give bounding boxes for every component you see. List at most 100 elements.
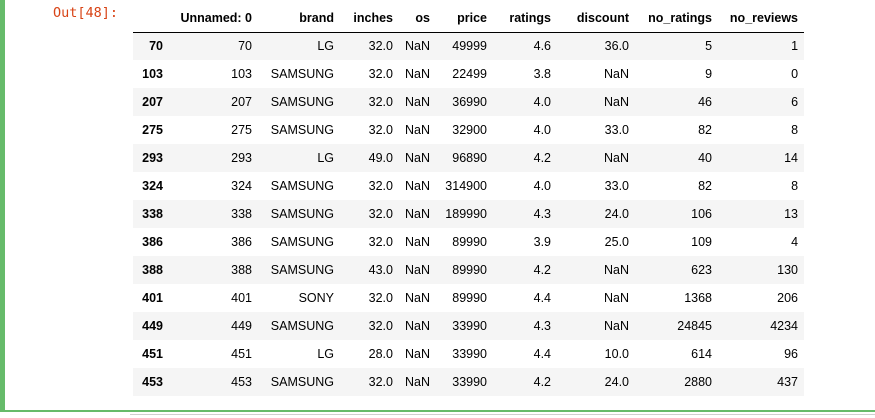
table-cell: 206 xyxy=(777,291,799,305)
table-row: 293 293 LG 49.0 NaN 96890 4.2 NaN 40 14 xyxy=(133,144,805,172)
table-cell: 96 xyxy=(784,347,799,361)
row-index: 401 xyxy=(142,291,163,305)
table-cell: 32.0 xyxy=(368,179,393,193)
cell-bottom-border xyxy=(5,410,875,412)
table-cell: 207 xyxy=(231,95,252,109)
table-cell: 4.0 xyxy=(533,123,552,137)
column-header: brand xyxy=(258,4,340,33)
table-cell: NaN xyxy=(405,319,431,333)
column-header: ratings xyxy=(493,4,558,33)
table-cell: SAMSUNG xyxy=(270,263,334,277)
table-row: 275 275 SAMSUNG 32.0 NaN 32900 4.0 33.0 82 8 xyxy=(133,116,805,144)
table-cell: 4.3 xyxy=(533,319,552,333)
table-cell: 401 xyxy=(231,291,252,305)
table-cell: 4.3 xyxy=(533,207,552,221)
table-cell: 4.0 xyxy=(533,179,552,193)
table-cell: 4 xyxy=(791,235,799,249)
column-header: Unnamed: 0 xyxy=(169,4,258,33)
table-cell: NaN xyxy=(405,263,431,277)
row-index: 449 xyxy=(142,319,163,333)
horizontal-scroll-divider xyxy=(130,414,875,415)
table-cell: 22499 xyxy=(452,67,488,81)
table-cell: SAMSUNG xyxy=(270,207,334,221)
table-cell: 275 xyxy=(231,123,252,137)
table-cell: 32900 xyxy=(452,123,488,137)
table-cell: 33.0 xyxy=(604,179,630,193)
table-cell: NaN xyxy=(604,291,630,305)
column-header: inches xyxy=(340,4,399,33)
table-cell: SONY xyxy=(298,291,334,305)
row-index: 451 xyxy=(142,347,163,361)
table-cell: 14 xyxy=(784,151,799,165)
table-cell: SAMSUNG xyxy=(270,235,334,249)
table-cell: 10.0 xyxy=(604,347,630,361)
table-cell: 4234 xyxy=(770,319,799,333)
table-cell: 32.0 xyxy=(368,207,393,221)
table-cell: 82 xyxy=(698,179,713,193)
table-cell: 338 xyxy=(231,207,252,221)
table-cell: 32.0 xyxy=(368,39,393,54)
table-cell: 109 xyxy=(691,235,713,249)
table-cell: NaN xyxy=(405,347,431,361)
header-row: Unnamed: 0 brand inches os price ratings… xyxy=(133,4,805,33)
table-row: 386 386 SAMSUNG 32.0 NaN 89990 3.9 25.0 109 4 xyxy=(133,228,805,256)
table-cell: 5 xyxy=(705,39,713,54)
table-cell: 8 xyxy=(791,123,799,137)
table-cell: 4.4 xyxy=(533,347,552,361)
table-cell: 49999 xyxy=(452,39,488,54)
row-index: 324 xyxy=(142,179,163,193)
column-header: discount xyxy=(557,4,636,33)
table-cell: 0 xyxy=(791,67,799,81)
table-cell: 82 xyxy=(698,123,713,137)
table-cell: 106 xyxy=(691,207,713,221)
column-header: no_ratings xyxy=(635,4,719,33)
table-cell: LG xyxy=(317,39,334,54)
table-cell: 8 xyxy=(791,179,799,193)
table-cell: 32.0 xyxy=(368,375,393,389)
table-cell: 4.4 xyxy=(533,291,552,305)
index-header xyxy=(133,4,169,33)
table-cell: 130 xyxy=(777,263,799,277)
row-index: 386 xyxy=(142,235,163,249)
table-row: 338 338 SAMSUNG 32.0 NaN 189990 4.3 24.0 106 13 xyxy=(133,200,805,228)
dataframe-table: Unnamed: 0 brand inches os price ratings… xyxy=(133,4,805,396)
table-cell: 32.0 xyxy=(368,291,393,305)
row-index: 293 xyxy=(142,151,163,165)
table-cell: 1 xyxy=(791,39,799,54)
table-cell: NaN xyxy=(405,151,431,165)
table-cell: 293 xyxy=(231,151,252,165)
table-cell: 24845 xyxy=(677,319,713,333)
table-cell: 386 xyxy=(231,235,252,249)
table-cell: 4.2 xyxy=(533,151,552,165)
table-cell: 70 xyxy=(238,39,252,54)
table-cell: NaN xyxy=(604,151,630,165)
table-cell: NaN xyxy=(405,291,431,305)
table-cell: 89990 xyxy=(452,263,488,277)
table-row: 70 70 LG 32.0 NaN 49999 4.6 36.0 5 1 xyxy=(133,32,805,60)
table-row: 451 451 LG 28.0 NaN 33990 4.4 10.0 614 96 xyxy=(133,340,805,368)
table-row: 103 103 SAMSUNG 32.0 NaN 22499 3.8 NaN 9 0 xyxy=(133,60,805,88)
table-cell: 388 xyxy=(231,263,252,277)
table-cell: 25.0 xyxy=(604,235,630,249)
column-header: no_reviews xyxy=(718,4,805,33)
table-cell: 33990 xyxy=(452,347,488,361)
column-header: os xyxy=(399,4,437,33)
table-cell: 49.0 xyxy=(368,151,393,165)
table-cell: 96890 xyxy=(452,151,488,165)
table-cell: NaN xyxy=(405,375,431,389)
row-index: 453 xyxy=(142,375,163,389)
table-cell: 32.0 xyxy=(368,123,393,137)
table-row: 453 453 SAMSUNG 32.0 NaN 33990 4.2 24.0 2880 437 xyxy=(133,368,805,396)
table-cell: 89990 xyxy=(452,291,488,305)
table-cell: 437 xyxy=(777,375,799,389)
table-cell: 1368 xyxy=(684,291,713,305)
table-cell: 314900 xyxy=(445,179,488,193)
table-cell: 189990 xyxy=(445,207,488,221)
table-cell: NaN xyxy=(405,95,431,109)
table-cell: 40 xyxy=(698,151,713,165)
table-cell: 451 xyxy=(231,347,252,361)
table-cell: SAMSUNG xyxy=(270,179,334,193)
table-cell: 89990 xyxy=(452,235,488,249)
table-row: 207 207 SAMSUNG 32.0 NaN 36990 4.0 NaN 46 6 xyxy=(133,88,805,116)
table-cell: NaN xyxy=(405,67,431,81)
